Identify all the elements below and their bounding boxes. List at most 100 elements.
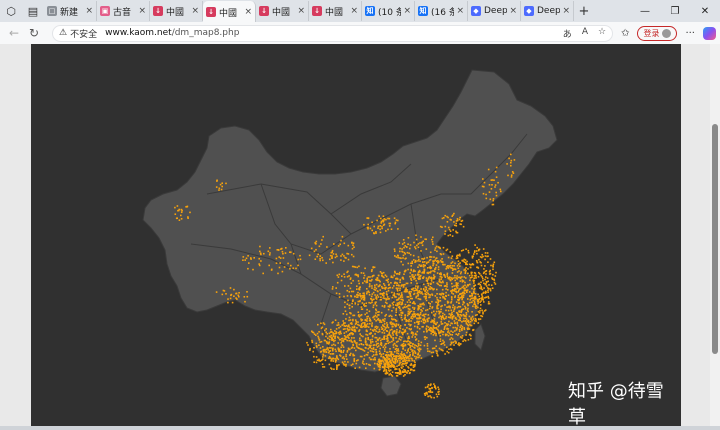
tab-6[interactable]: 知(10 条×: [362, 1, 415, 21]
tab-close-icon[interactable]: ×: [85, 6, 93, 16]
map-dot: [351, 265, 354, 268]
tab-close-icon[interactable]: ×: [350, 6, 358, 16]
map-dot: [385, 360, 387, 362]
maximize-icon[interactable]: ❐: [660, 6, 690, 17]
back-icon[interactable]: ←: [4, 26, 24, 40]
map-dot: [474, 317, 477, 320]
map-dot: [376, 279, 378, 282]
map-dot: [466, 263, 469, 266]
map-dot: [424, 261, 426, 263]
map-dot: [468, 291, 471, 293]
map-dot: [455, 291, 458, 294]
tab-label: (10 条: [378, 7, 401, 18]
map-dot: [487, 280, 489, 283]
map-dot: [424, 298, 427, 300]
map-dot: [374, 336, 376, 339]
tab-close-icon[interactable]: ×: [403, 6, 411, 16]
refresh-icon[interactable]: ↻: [24, 26, 44, 40]
map-dot: [292, 267, 295, 269]
tab-3[interactable]: ↓ 中國 ×: [203, 1, 256, 23]
security-label[interactable]: 不安全: [70, 27, 97, 40]
map-dot: [460, 223, 462, 226]
copilot-icon[interactable]: [703, 26, 716, 40]
workspaces-icon[interactable]: ⬡: [0, 0, 22, 22]
map-dot: [312, 331, 315, 334]
map-dot: [388, 363, 390, 366]
new-tab-button[interactable]: +: [574, 4, 594, 19]
map-dot: [459, 255, 461, 257]
map-dot: [447, 226, 450, 229]
collections-icon[interactable]: ✩: [621, 28, 629, 39]
map-dot: [414, 287, 417, 289]
map-dot: [454, 288, 456, 290]
map-dot: [450, 262, 453, 264]
map-dot: [386, 340, 389, 342]
tab-2[interactable]: ↓ 中國 ×: [150, 1, 203, 21]
tab-0[interactable]: □ 新建 ×: [44, 1, 97, 21]
read-aloud-icon[interactable]: A: [582, 27, 588, 40]
map-dot: [378, 369, 381, 371]
map-dot: [315, 356, 318, 358]
tab-close-icon[interactable]: ×: [297, 6, 305, 16]
map-dot: [380, 293, 383, 295]
map-dot: [417, 323, 420, 325]
map-dot: [404, 317, 406, 320]
map-dot: [465, 313, 468, 316]
scrollbar-thumb[interactable]: [712, 124, 718, 354]
login-button[interactable]: 登录: [637, 25, 678, 41]
map-dot: [323, 350, 325, 352]
map-dot: [347, 299, 349, 302]
map-dot: [442, 339, 444, 342]
map-dot: [454, 295, 456, 297]
tab-close-icon[interactable]: ×: [562, 6, 570, 16]
map-dot: [238, 292, 240, 294]
warning-icon[interactable]: ⚠: [59, 28, 67, 38]
map-dot: [360, 334, 363, 337]
tab-8[interactable]: ◆ Deep ×: [468, 1, 521, 21]
tab-5[interactable]: ↓ 中國 ×: [309, 1, 362, 21]
map-dot: [486, 277, 489, 279]
map-dot: [325, 331, 327, 334]
map-dot: [453, 307, 456, 310]
close-window-icon[interactable]: ✕: [690, 6, 720, 17]
map-dot: [425, 309, 427, 312]
vertical-scrollbar[interactable]: [710, 44, 720, 426]
map-dot: [414, 333, 417, 336]
address-bar[interactable]: ⚠ 不安全 www.kaom.net/dm_map8.php あ A ☆: [52, 24, 614, 42]
favorite-star-icon[interactable]: ☆: [598, 27, 606, 40]
map-dot: [408, 357, 410, 360]
map-dot: [495, 166, 498, 169]
tab-close-icon[interactable]: ×: [138, 6, 146, 16]
map-dot: [322, 353, 324, 356]
map-dot: [434, 247, 437, 249]
more-menu-button[interactable]: ···: [685, 28, 695, 39]
map-dot: [445, 315, 448, 318]
map-dot: [328, 338, 331, 341]
tab-close-icon[interactable]: ×: [244, 7, 252, 17]
map-dot: [462, 320, 465, 322]
map-dot: [388, 225, 391, 227]
tab-close-icon[interactable]: ×: [191, 6, 199, 16]
map-dot: [487, 261, 489, 263]
map-dot: [373, 298, 375, 301]
tab-actions-icon[interactable]: ▤: [22, 0, 44, 22]
map-dot: [364, 326, 366, 328]
tab-1[interactable]: ▣ 古音 ×: [97, 1, 150, 21]
map-dot: [331, 257, 333, 259]
tab-close-icon[interactable]: ×: [456, 6, 464, 16]
tab-7[interactable]: 知(16 条×: [415, 1, 468, 21]
map-dot: [423, 344, 426, 347]
map-dot: [394, 362, 397, 364]
map-dot: [434, 327, 436, 329]
tab-4[interactable]: ↓ 中國 ×: [256, 1, 309, 21]
map-dot: [467, 339, 470, 341]
map-dot: [409, 301, 411, 303]
map-dot: [423, 257, 426, 260]
tab-9[interactable]: ◆ Deep ×: [521, 1, 574, 21]
map-dot: [320, 340, 323, 343]
tab-close-icon[interactable]: ×: [509, 6, 517, 16]
minimize-icon[interactable]: —: [630, 6, 660, 17]
map-dot: [410, 324, 412, 326]
map-dot: [320, 243, 322, 245]
translate-icon[interactable]: あ: [563, 27, 572, 40]
